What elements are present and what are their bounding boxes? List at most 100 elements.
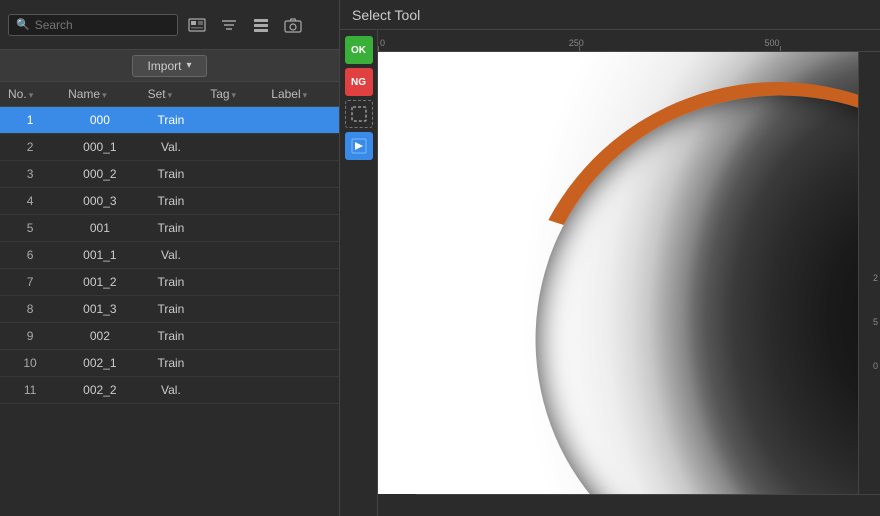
cell-tag	[202, 134, 263, 161]
cell-no: 2	[0, 134, 60, 161]
table-row[interactable]: 6 001_1 Val.	[0, 242, 339, 269]
table-row[interactable]: 7 001_2 Train	[0, 269, 339, 296]
list-icon[interactable]	[248, 12, 274, 38]
cell-name: 002_2	[60, 377, 140, 404]
import-chevron-icon: ▾	[186, 60, 191, 71]
ruler-right-label-0: 0	[873, 361, 878, 371]
data-table: No. Name Set Tag Label 1 000 Train 2 000…	[0, 82, 339, 404]
import-label: Import	[147, 59, 181, 73]
col-label[interactable]: Label	[263, 82, 339, 107]
table-row[interactable]: 8 001_3 Train	[0, 296, 339, 323]
cell-name: 002_1	[60, 350, 140, 377]
cell-no: 9	[0, 323, 60, 350]
cell-tag	[202, 296, 263, 323]
bottom-spacer	[378, 494, 416, 516]
cell-label	[263, 296, 339, 323]
import-button[interactable]: Import ▾	[132, 55, 206, 77]
dashed-select-button[interactable]	[345, 100, 373, 128]
table-row[interactable]: 11 002_2 Val.	[0, 377, 339, 404]
cell-set: Train	[140, 161, 203, 188]
right-panel: Select Tool OK NG	[340, 0, 880, 516]
cell-set: Train	[140, 188, 203, 215]
left-panel: 🔍	[0, 0, 340, 516]
cell-name: 000_3	[60, 188, 140, 215]
cell-set: Val.	[140, 134, 203, 161]
cell-name: 002	[60, 323, 140, 350]
cell-label	[263, 161, 339, 188]
import-bar: Import ▾	[0, 50, 339, 82]
cell-tag	[202, 269, 263, 296]
cell-name: 001	[60, 215, 140, 242]
cell-set: Train	[140, 215, 203, 242]
image-view-icon[interactable]	[184, 12, 210, 38]
table-row[interactable]: 5 001 Train	[0, 215, 339, 242]
table-row[interactable]: 2 000_1 Val.	[0, 134, 339, 161]
cell-tag	[202, 377, 263, 404]
cell-label	[263, 188, 339, 215]
filter-icon[interactable]	[216, 12, 242, 38]
table-row[interactable]: 9 002 Train	[0, 323, 339, 350]
ok-button[interactable]: OK	[345, 36, 373, 64]
cell-set: Train	[140, 350, 203, 377]
cell-set: Train	[140, 107, 203, 134]
cell-tag	[202, 323, 263, 350]
cell-name: 000_2	[60, 161, 140, 188]
bottom-ruler	[378, 494, 880, 516]
table-header-row: No. Name Set Tag Label	[0, 82, 339, 107]
cell-label	[263, 323, 339, 350]
cell-set: Train	[140, 296, 203, 323]
cell-label	[263, 107, 339, 134]
cell-no: 10	[0, 350, 60, 377]
cell-no: 8	[0, 296, 60, 323]
cell-set: Val.	[140, 377, 203, 404]
select-tool-title: Select Tool	[352, 7, 420, 23]
table-row[interactable]: 10 002_1 Train	[0, 350, 339, 377]
col-set[interactable]: Set	[140, 82, 203, 107]
cell-label	[263, 350, 339, 377]
cell-label	[263, 242, 339, 269]
cell-tag	[202, 107, 263, 134]
cell-no: 5	[0, 215, 60, 242]
col-no[interactable]: No.	[0, 82, 60, 107]
cell-set: Train	[140, 269, 203, 296]
cell-no: 4	[0, 188, 60, 215]
cell-set: Train	[140, 323, 203, 350]
image-section: 0 250 500 2 5 0	[378, 30, 880, 516]
search-box[interactable]: 🔍	[8, 14, 178, 36]
cell-tag	[202, 350, 263, 377]
cell-set: Val.	[140, 242, 203, 269]
data-table-container[interactable]: No. Name Set Tag Label 1 000 Train 2 000…	[0, 82, 339, 516]
cell-no: 3	[0, 161, 60, 188]
cell-tag	[202, 215, 263, 242]
cell-tag	[202, 161, 263, 188]
cell-label	[263, 215, 339, 242]
select-tool-bar: Select Tool	[340, 0, 880, 30]
camera-icon[interactable]	[280, 12, 306, 38]
table-row[interactable]: 1 000 Train	[0, 107, 339, 134]
cell-no: 6	[0, 242, 60, 269]
cell-name: 001_1	[60, 242, 140, 269]
ruler-label-0: 0	[380, 38, 385, 48]
search-input[interactable]	[35, 18, 155, 32]
ruler-label-500: 500	[765, 38, 780, 48]
cell-name: 000_1	[60, 134, 140, 161]
ruler-top: 0 250 500	[378, 30, 880, 52]
cell-no: 11	[0, 377, 60, 404]
canvas-area: OK NG 0 250	[340, 30, 880, 516]
toolbar: 🔍	[0, 0, 339, 50]
table-row[interactable]: 4 000_3 Train	[0, 188, 339, 215]
ruler-label-250: 250	[569, 38, 584, 48]
table-row[interactable]: 3 000_2 Train	[0, 161, 339, 188]
ng-button[interactable]: NG	[345, 68, 373, 96]
cell-no: 7	[0, 269, 60, 296]
cell-label	[263, 134, 339, 161]
col-name[interactable]: Name	[60, 82, 140, 107]
side-icon-bar: OK NG	[340, 30, 378, 516]
arrow-select-button[interactable]	[345, 132, 373, 160]
cell-name: 001_3	[60, 296, 140, 323]
image-canvas[interactable]	[378, 52, 858, 494]
col-tag[interactable]: Tag	[202, 82, 263, 107]
ruler-right: 2 5 0	[858, 52, 880, 494]
search-icon: 🔍	[16, 18, 30, 31]
bottom-ruler-bar	[416, 494, 880, 516]
